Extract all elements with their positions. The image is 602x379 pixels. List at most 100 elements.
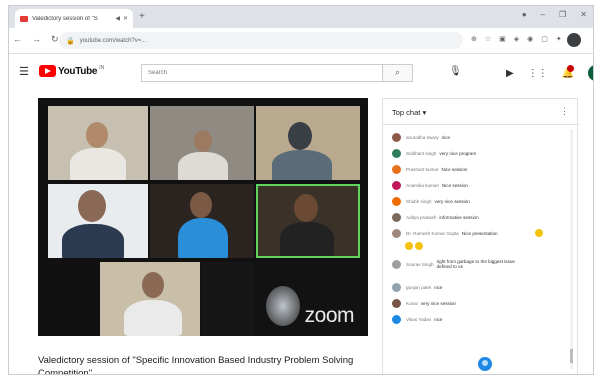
browser-tab[interactable]: Valedictory session of "S ◀ ✕ <box>15 9 133 28</box>
install-icon[interactable]: ⊕ <box>471 35 477 43</box>
avatar[interactable] <box>392 259 401 269</box>
participant-tile <box>100 262 200 336</box>
bookmark-star-icon[interactable]: ☆ <box>485 35 491 43</box>
browser-window: Valedictory session of "S ◀ ✕ + ● – ❐ ✕ … <box>8 5 594 375</box>
youtube-logo[interactable]: YouTube IN <box>39 65 104 77</box>
participant-tile <box>202 262 254 336</box>
window-controls: ● – ❐ ✕ <box>522 10 587 19</box>
extension-icon[interactable]: ▢ <box>541 35 548 43</box>
chat-author[interactable]: Dr. Ramesh Kumar Gupta <box>406 231 459 236</box>
avatar[interactable] <box>392 213 401 222</box>
chat-message: Anamika kumari Nice session <box>392 181 468 190</box>
avatar[interactable] <box>392 165 401 174</box>
chat-text: Nice presentation <box>461 231 498 236</box>
avatar[interactable] <box>392 283 401 292</box>
clapping-emoji-icon <box>415 242 423 250</box>
chat-header: Top chat ▾ ⋮ <box>383 99 579 125</box>
participant-tile <box>150 106 254 180</box>
search-icon[interactable]: ⌕ <box>382 65 412 81</box>
youtube-favicon-icon <box>20 15 28 22</box>
avatar[interactable] <box>392 181 401 190</box>
live-chat-panel: Top chat ▾ ⋮ anuradha tiwary nice Siddhan… <box>382 98 579 374</box>
chat-text: nice <box>434 285 443 290</box>
chat-text: very nice session <box>434 199 470 204</box>
chat-scrollbar[interactable] <box>570 129 573 369</box>
participant-tile <box>256 106 360 180</box>
extension-icon[interactable]: ✦ <box>556 35 562 43</box>
video-player[interactable]: zoom <box>38 98 368 336</box>
maximize-icon[interactable]: ❐ <box>559 10 566 19</box>
chat-message: gunjan patel nice <box>392 283 442 292</box>
avatar[interactable] <box>392 229 401 238</box>
tab-title: Valedictory session of "S <box>32 15 98 22</box>
chat-author[interactable]: gunjan patel <box>406 285 431 290</box>
apps-grid-icon[interactable]: ⋮⋮ <box>528 68 548 79</box>
chat-message: anuradha tiwary nice <box>392 133 450 142</box>
avatar[interactable] <box>392 197 401 206</box>
chat-more-icon[interactable]: ⋮ <box>560 106 569 117</box>
close-window-icon[interactable]: ✕ <box>580 10 587 19</box>
notification-badge <box>566 64 574 72</box>
avatar[interactable] <box>392 315 401 324</box>
extension-icon[interactable]: ▣ <box>499 35 506 43</box>
navigation-buttons: ← → ↻ <box>13 34 59 45</box>
profile-icon[interactable] <box>567 33 581 47</box>
audio-icon[interactable]: ◀ <box>115 15 120 22</box>
chat-message: Aditya prakash informative session <box>392 213 479 222</box>
clapping-emoji-icon <box>535 229 543 237</box>
search-input[interactable] <box>142 65 382 81</box>
avatar[interactable] <box>392 299 401 308</box>
notifications-bell-icon[interactable]: 🔔 <box>562 64 574 79</box>
participant-tile-active-speaker <box>256 184 360 258</box>
back-icon[interactable]: ← <box>13 34 22 45</box>
participant-tile <box>48 106 148 180</box>
chat-text: nice <box>441 135 451 140</box>
new-tab-icon[interactable]: + <box>139 11 145 22</box>
chat-mode-dropdown[interactable]: Top chat ▾ <box>392 108 426 117</box>
tab-strip: Valedictory session of "S ◀ ✕ + ● – ❐ ✕ <box>9 6 593 28</box>
chat-author[interactable]: Aditya prakash <box>406 215 436 220</box>
youtube-masthead: ☰ YouTube IN ⌕ 🎙 ▶ ⋮⋮ 🔔 <box>9 55 593 89</box>
clapping-emoji-icon <box>405 242 413 250</box>
masthead-actions: ▶ ⋮⋮ 🔔 <box>506 64 593 81</box>
minimize-icon[interactable]: – <box>541 10 545 19</box>
chat-text: very nice program <box>439 151 477 156</box>
chat-author[interactable]: Sourav Singh <box>406 262 434 267</box>
avatar[interactable] <box>392 133 401 142</box>
chat-author[interactable]: Vikas Yadav <box>406 317 431 322</box>
user-avatar[interactable] <box>588 65 593 81</box>
scrollbar-thumb[interactable] <box>570 349 573 363</box>
extension-icon[interactable]: ◉ <box>527 35 533 43</box>
close-tab-icon[interactable]: ✕ <box>123 15 128 22</box>
create-video-icon[interactable]: ▶ <box>506 68 514 79</box>
chat-author[interactable]: Kunal <box>406 301 418 306</box>
reload-icon[interactable]: ↻ <box>51 34 59 45</box>
chat-message: Dr. Ramesh Kumar Gupta Nice presentation <box>392 229 498 238</box>
chat-message: Kunal very nice session <box>392 299 456 308</box>
address-bar[interactable]: 🔒 youtube.com/watch?v=... <box>59 32 463 49</box>
participant-tile <box>48 184 148 258</box>
chat-author[interactable]: Shubh singh <box>406 199 432 204</box>
chat-message: Siddhant singh very nice program <box>392 149 476 158</box>
hamburger-menu-icon[interactable]: ☰ <box>19 65 29 78</box>
chat-message: Vikas Yadav nice <box>392 315 442 324</box>
chat-author[interactable]: Prashant kumar <box>406 167 438 172</box>
chat-text: very nice session <box>420 301 456 306</box>
zoom-watermark: zoom <box>304 304 355 327</box>
microphone-icon[interactable]: 🎙 <box>449 66 462 77</box>
lock-icon: 🔒 <box>66 37 75 45</box>
chat-text: nice <box>434 317 443 322</box>
chat-message: Shubh singh very nice session <box>392 197 470 206</box>
avatar[interactable] <box>392 149 401 158</box>
chat-author[interactable]: Siddhant singh <box>406 151 436 156</box>
extension-icons: ⊕ ☆ ▣ ◈ ◉ ▢ ✦ ⋮ <box>471 35 577 43</box>
extension-icon[interactable]: ◈ <box>514 35 519 43</box>
chat-text: informative session <box>439 215 479 220</box>
participant-tile <box>150 184 254 258</box>
scroll-down-button[interactable] <box>478 357 492 371</box>
chat-author[interactable]: anuradha tiwary <box>406 135 439 140</box>
chat-author[interactable]: Anamika kumari <box>406 183 439 188</box>
forward-icon[interactable]: → <box>32 34 41 45</box>
account-icon[interactable]: ● <box>522 10 527 19</box>
country-code: IN <box>99 64 105 71</box>
